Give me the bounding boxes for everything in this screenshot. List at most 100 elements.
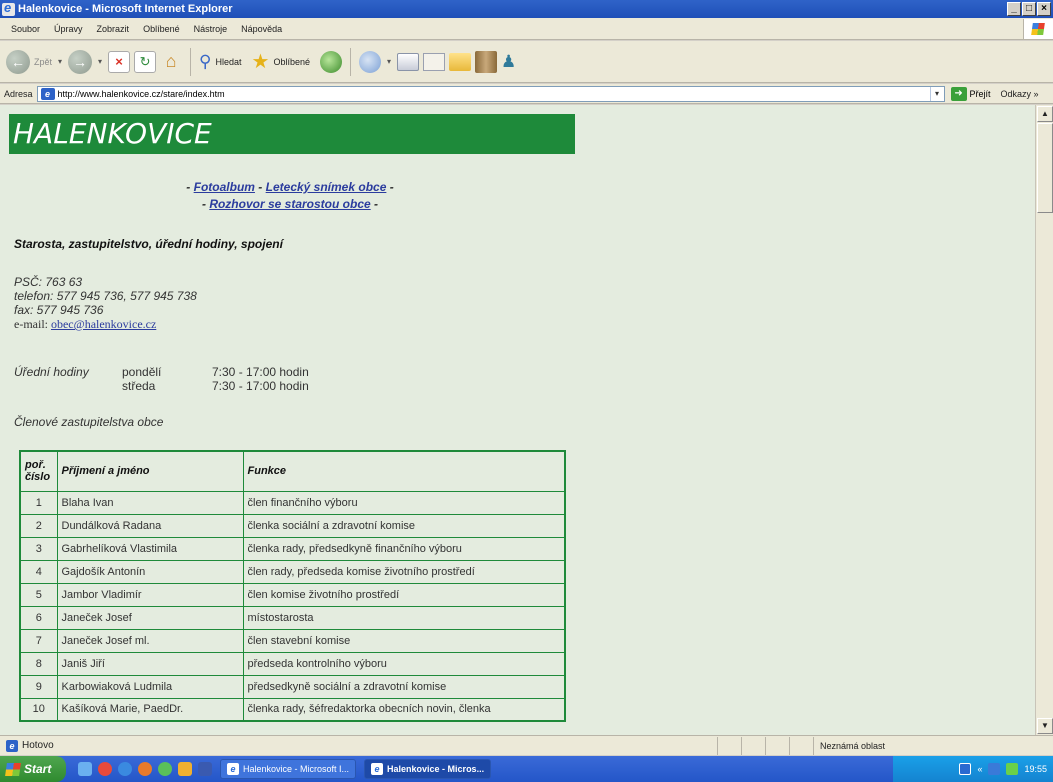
messenger-icon[interactable]: ♟ — [501, 52, 516, 72]
table-row: 5 Jambor Vladimír člen komise životního pr… — [19, 582, 566, 607]
office-hours-row: pondělí 7:30 - 17:00 hodin — [122, 365, 362, 379]
web-page: HALENKOVICE - Fotoalbum - Letecký snímek… — [0, 105, 1035, 735]
table-row: 7 Janeček Josef ml. člen stavební komise — [19, 628, 566, 653]
hours-day: pondělí — [122, 365, 162, 379]
tool-icon[interactable] — [178, 762, 192, 776]
member-function: člen rady, předseda komise životního pro… — [242, 559, 566, 584]
nav-link-fotoalbum[interactable]: Fotoalbum — [194, 180, 255, 194]
nav-link-letecky-snimek[interactable]: Letecký snímek obce — [266, 180, 387, 194]
member-function: členka rady, předsedkyně finančního výbo… — [242, 536, 566, 561]
scroll-thumb[interactable] — [1037, 123, 1053, 213]
nav-separator: - — [374, 197, 379, 211]
print-icon[interactable] — [397, 52, 419, 71]
browser-icon[interactable] — [158, 762, 172, 776]
status-cell — [741, 736, 765, 755]
minimize-button[interactable]: _ — [1007, 2, 1021, 16]
contact-telefon: telefon: 577 945 736, 577 945 738 — [14, 289, 197, 303]
address-field[interactable]: e http://www.halenkovice.cz/stare/index.… — [36, 85, 945, 102]
maximize-button[interactable]: □ — [1022, 2, 1036, 16]
internet-explorer-icon[interactable] — [118, 762, 132, 776]
column-header-name: Příjmení a jméno — [56, 450, 244, 492]
network-icon[interactable] — [988, 763, 1001, 775]
window-titlebar[interactable]: Halenkovice - Microsoft Internet Explore… — [0, 0, 1053, 18]
search-icon[interactable]: ⚲ — [199, 52, 211, 72]
members-table: poř. číslo Příjmení a jméno Funkce 1 Blah… — [19, 450, 566, 722]
menu-zobrazit[interactable]: Zobrazit — [90, 24, 137, 34]
mail-icon[interactable] — [358, 50, 381, 73]
home-button[interactable]: ⌂ — [160, 51, 182, 73]
member-function: předseda kontrolního výboru — [242, 651, 566, 676]
clock[interactable]: 19:55 — [1024, 764, 1047, 774]
menu-oblibene[interactable]: Oblíbené — [136, 24, 187, 34]
search-label[interactable]: Hledat — [216, 57, 242, 67]
member-name: Janiš Jiří — [56, 651, 244, 676]
back-dropdown-icon[interactable]: ▾ — [58, 57, 62, 66]
favorites-star-icon[interactable]: ★ — [252, 49, 270, 74]
vertical-scrollbar[interactable]: ▲ ▼ — [1035, 105, 1053, 735]
media-player-icon[interactable] — [98, 762, 112, 776]
stop-button[interactable]: × — [108, 50, 131, 73]
messenger-icon[interactable] — [138, 762, 152, 776]
toolbar-divider — [349, 47, 351, 76]
hours-day: středa — [122, 379, 156, 393]
hours-time: 7:30 - 17:00 hodin — [212, 379, 309, 393]
folder-icon[interactable] — [449, 52, 471, 71]
taskbar-item-active[interactable]: e Halenkovice - Micros... — [364, 759, 492, 779]
contact-info: PSČ: 763 63 telefon: 577 945 736, 577 94… — [14, 275, 197, 331]
back-label: Zpět — [34, 56, 53, 67]
member-name: Gajdošík Antonín — [56, 559, 244, 584]
address-url[interactable]: http://www.halenkovice.cz/stare/index.ht… — [58, 89, 930, 99]
menu-soubor[interactable]: Soubor — [4, 24, 47, 34]
windows-logo-icon — [1023, 18, 1053, 39]
status-text: Hotovo — [22, 740, 54, 751]
address-dropdown-icon[interactable]: ▾ — [929, 86, 944, 101]
table-row: 6 Janeček Josef místostarosta — [19, 605, 566, 630]
table-row: 8 Janiš Jiří předseda kontrolního výboru — [19, 651, 566, 676]
row-number: 9 — [19, 674, 58, 699]
contact-psc: PSČ: 763 63 — [14, 275, 83, 289]
page-status-icon: e — [6, 739, 18, 752]
mail-dropdown-icon[interactable]: ▾ — [387, 57, 391, 66]
taskbar-item[interactable]: e Halenkovice - Microsoft I... — [220, 759, 357, 779]
column-header-function: Funkce — [242, 450, 566, 492]
nav-separator: - — [186, 180, 191, 194]
nav-link-rozhovor[interactable]: Rozhovor se starostou obce — [209, 197, 370, 211]
research-icon[interactable] — [475, 50, 497, 73]
desktop-icon[interactable] — [78, 762, 92, 776]
edit-icon[interactable] — [423, 52, 445, 71]
member-function: předsedkyně sociální a zdravotní komise — [242, 674, 566, 699]
forward-dropdown-icon[interactable]: ▾ — [98, 57, 102, 66]
table-row: 9 Karbowiaková Ludmila předsedkyně sociáln… — [19, 674, 566, 699]
toolbar-divider — [190, 47, 192, 76]
system-tray: « 19:55 — [893, 756, 1053, 782]
scroll-down-button[interactable]: ▼ — [1037, 718, 1053, 734]
back-button[interactable]: ← — [6, 49, 30, 74]
refresh-button[interactable]: ↻ — [134, 50, 157, 73]
signal-icon[interactable] — [1006, 763, 1019, 775]
member-function: místostarosta — [242, 605, 566, 630]
links-button[interactable]: Odkazy » — [1001, 89, 1039, 99]
status-bar: e Hotovo Neznámá oblast — [0, 735, 1053, 755]
status-cell — [717, 736, 741, 755]
start-button[interactable]: Start — [0, 756, 66, 782]
status-cell — [789, 736, 813, 755]
member-name: Blaha Ivan — [56, 490, 244, 515]
row-number: 3 — [19, 536, 58, 561]
media-icon[interactable] — [319, 50, 342, 73]
forward-button[interactable]: → — [68, 49, 93, 74]
close-button[interactable]: × — [1037, 2, 1051, 16]
scroll-up-button[interactable]: ▲ — [1037, 106, 1053, 122]
member-function: člen stavební komise — [242, 628, 566, 653]
menu-upravy[interactable]: Úpravy — [47, 24, 90, 34]
go-button[interactable]: ➜ Přejít — [950, 86, 991, 101]
favorites-label[interactable]: Oblíbené — [273, 57, 310, 67]
taskbar-item-label: Halenkovice - Micros... — [387, 764, 485, 774]
menu-napoveda[interactable]: Nápověda — [234, 24, 289, 34]
save-icon[interactable] — [198, 762, 212, 776]
tray-expand-icon[interactable]: « — [977, 764, 982, 774]
email-link[interactable]: obec@halenkovice.cz — [51, 317, 156, 331]
member-function: člen finančního výboru — [242, 490, 566, 515]
language-icon[interactable] — [959, 763, 972, 775]
menu-nastroje[interactable]: Nástroje — [187, 24, 235, 34]
taskbar: Start e Halenkovice - Microsoft I... e H… — [0, 756, 1053, 782]
